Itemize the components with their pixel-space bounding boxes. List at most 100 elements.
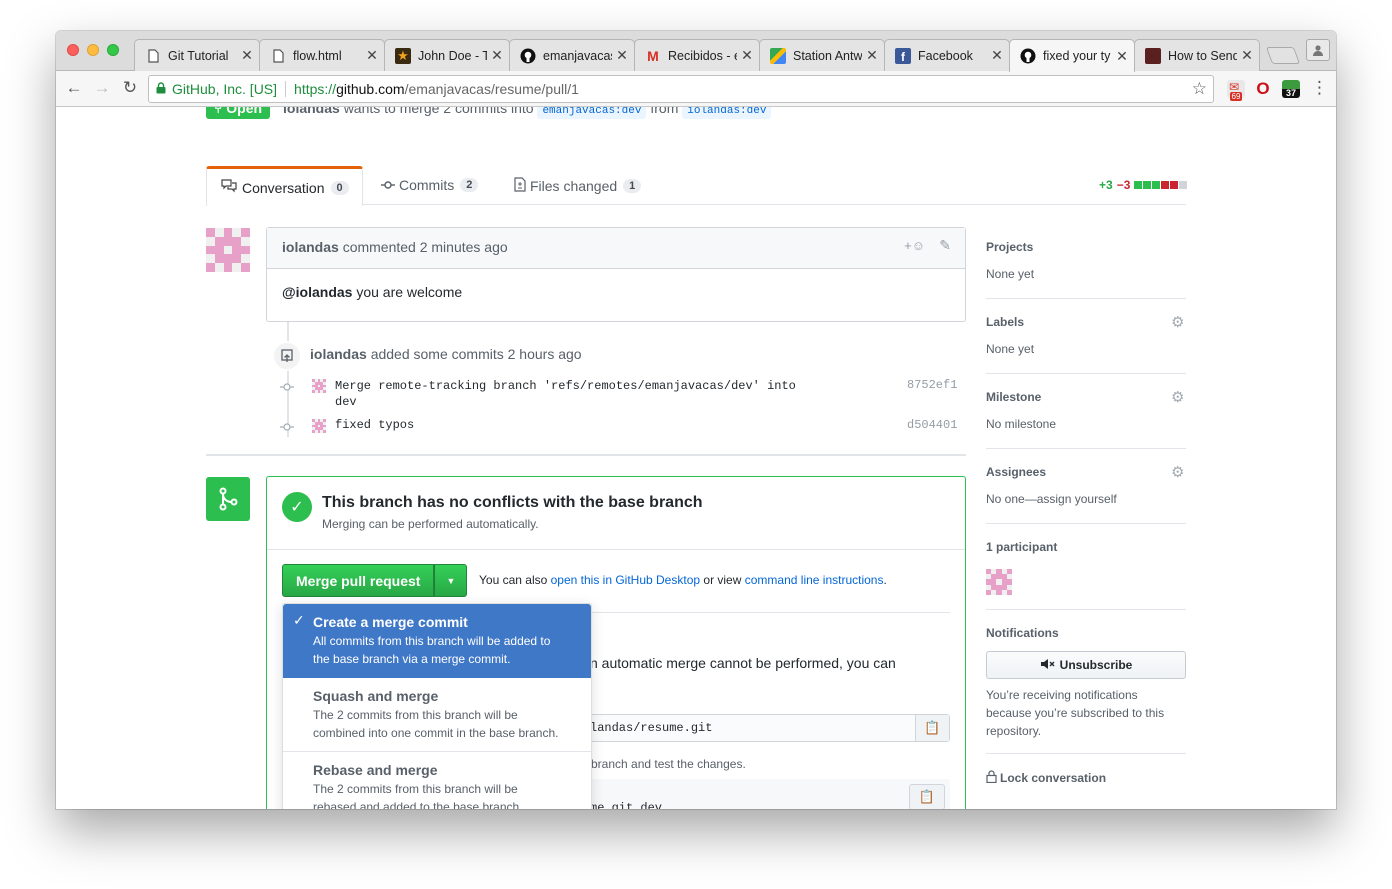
smiley-icon: ☺	[911, 238, 925, 253]
browser-menu-icon[interactable]: ⋮	[1311, 78, 1328, 98]
tab-close-icon[interactable]: ✕	[991, 47, 1003, 64]
cli-code-text: me.git dev	[590, 801, 663, 809]
browser-tab[interactable]: Station Antw ✕	[759, 39, 885, 71]
avatar[interactable]	[206, 228, 250, 272]
commits-author-link[interactable]: iolandas	[310, 346, 367, 362]
merge-method-dropdown-button[interactable]: ▼	[434, 564, 468, 597]
browser-tab[interactable]: ★ John Doe - T ✕	[384, 39, 510, 71]
opera-icon[interactable]: O	[1254, 79, 1272, 98]
comment-author-link[interactable]: iolandas	[282, 239, 339, 255]
git-commit-icon	[381, 177, 395, 193]
identicon-cell	[214, 236, 224, 246]
commit-sha-link[interactable]: d504401	[907, 418, 957, 432]
clipboard-icon[interactable]: 📋	[909, 784, 945, 809]
browser-tab[interactable]: How to Send ✕	[1134, 39, 1260, 71]
commit-avatar[interactable]	[312, 379, 326, 393]
identicon-cell	[241, 245, 250, 255]
identicon-cell	[214, 263, 224, 272]
tab-close-icon[interactable]: ✕	[866, 47, 878, 64]
tab-close-icon[interactable]: ✕	[241, 47, 253, 64]
clone-url-value: landas/resume.git	[590, 721, 713, 735]
tab-close-icon[interactable]: ✕	[491, 47, 503, 64]
zoom-window-button[interactable]	[107, 44, 119, 56]
counter-extension-icon[interactable]: 37	[1282, 80, 1300, 98]
identicon-cell	[232, 254, 242, 264]
lock-conversation-link[interactable]: Lock conversation	[986, 770, 1106, 786]
identicon-cell	[214, 228, 224, 237]
edit-pencil-icon[interactable]: ✎	[939, 237, 951, 254]
browser-tab[interactable]: emanjavacas ✕	[509, 39, 635, 71]
comment-timestamp[interactable]: commented 2 minutes ago	[343, 239, 508, 255]
gmail-icon: M	[647, 47, 659, 64]
assign-yourself-link[interactable]: No one—assign yourself	[986, 492, 1117, 506]
tab-commits[interactable]: Commits 2	[381, 177, 479, 193]
commit-sha-link[interactable]: 8752ef1	[907, 378, 957, 392]
participant-avatar[interactable]	[986, 569, 1012, 595]
identicon-cell	[206, 263, 215, 272]
identicon-cell	[323, 430, 326, 433]
identicon-cell	[206, 236, 215, 246]
sidebar-divider	[986, 523, 1186, 524]
comment-box: iolandas commented 2 minutes ago +☺ ✎ @i…	[266, 227, 966, 322]
commit-message-link[interactable]: Merge remote-tracking branch 'refs/remot…	[335, 378, 796, 410]
new-tab-button[interactable]	[1265, 47, 1301, 64]
caret-down-icon: ▼	[446, 575, 456, 586]
menu-item-create-merge-commit[interactable]: ✓ Create a merge commit All commits from…	[283, 604, 591, 678]
github-icon	[1020, 48, 1036, 64]
tab-close-icon[interactable]: ✕	[1241, 47, 1253, 64]
tab-close-icon[interactable]: ✕	[741, 47, 753, 64]
gear-icon[interactable]: ⚙	[1171, 313, 1184, 331]
browser-tab[interactable]: Git Tutorial ✕	[134, 39, 260, 71]
tab-close-icon[interactable]: ✕	[616, 47, 628, 64]
close-window-button[interactable]	[67, 44, 79, 56]
tab-conversation[interactable]: Conversation 0	[206, 166, 363, 206]
command-line-instructions-link[interactable]: command line instructions	[745, 573, 884, 587]
commit-avatar[interactable]	[312, 419, 326, 433]
clipboard-icon[interactable]: 📋	[915, 715, 949, 741]
profile-icon[interactable]	[1306, 39, 1330, 61]
cli-step-text: branch and test the changes.	[591, 757, 746, 771]
sidebar-assignees-title: Assignees	[986, 465, 1047, 479]
browser-tab[interactable]: f Facebook ✕	[884, 39, 1010, 71]
identicon-cell	[232, 263, 242, 272]
file-diff-icon	[514, 177, 526, 195]
gear-icon[interactable]: ⚙	[1171, 388, 1184, 406]
page-content: ⑂ Open iolandas wants to merge 2 commits…	[56, 107, 1336, 809]
minimize-window-button[interactable]	[87, 44, 99, 56]
forward-icon[interactable]: →	[91, 78, 113, 98]
tab-files-changed[interactable]: Files changed 1	[514, 177, 642, 195]
add-reaction-button[interactable]: +☺	[904, 238, 925, 253]
base-branch-ref[interactable]: emanjavacas:dev	[537, 107, 647, 119]
open-in-desktop-link[interactable]: open this in GitHub Desktop	[551, 573, 700, 587]
browser-tab-active[interactable]: fixed your ty ✕	[1009, 39, 1135, 72]
back-icon[interactable]: ←	[63, 78, 85, 98]
commit-message-link[interactable]: fixed typos	[335, 418, 414, 432]
diffstat: +3 −3	[1099, 178, 1188, 192]
pr-author-link[interactable]: iolandas	[283, 107, 340, 116]
browser-tab[interactable]: flow.html ✕	[259, 39, 385, 71]
user-mention-link[interactable]: @iolandas	[282, 284, 352, 300]
reload-icon[interactable]: ↻	[119, 78, 141, 98]
clone-url-input[interactable]: landas/resume.git 📋	[577, 714, 950, 742]
sidebar-divider	[986, 298, 1186, 299]
bookmark-star-icon[interactable]: ☆	[1192, 79, 1207, 99]
sidebar-divider	[986, 448, 1186, 449]
tab-bar: Git Tutorial ✕ flow.html ✕ ★ John Doe - …	[56, 31, 1336, 72]
head-branch-ref[interactable]: iolandas:dev	[682, 107, 772, 119]
tab-close-icon[interactable]: ✕	[1116, 48, 1128, 65]
gmail-extension-icon[interactable]: ✉ 69	[1227, 80, 1245, 101]
menu-item-squash-and-merge[interactable]: Squash and merge The 2 commits from this…	[283, 678, 591, 752]
address-bar[interactable]: GitHub, Inc. [US] https:// github.com /e…	[148, 75, 1214, 103]
browser-tab[interactable]: M Recibidos - e ✕	[634, 39, 760, 71]
gear-icon[interactable]: ⚙	[1171, 463, 1184, 481]
unsubscribe-button[interactable]: Unsubscribe	[986, 651, 1186, 679]
security-label: GitHub, Inc. [US]	[172, 81, 278, 97]
pr-state-badge: ⑂ Open	[206, 107, 271, 119]
tab-close-icon[interactable]: ✕	[366, 47, 378, 64]
page-icon	[1145, 47, 1161, 64]
merge-pull-request-button[interactable]: Merge pull request	[282, 564, 435, 597]
menu-item-rebase-and-merge[interactable]: Rebase and merge The 2 commits from this…	[283, 752, 591, 809]
cli-code-block: me.git dev 📋	[577, 779, 950, 809]
sidebar-projects-value: None yet	[986, 267, 1035, 281]
git-commit-icon	[280, 419, 294, 437]
